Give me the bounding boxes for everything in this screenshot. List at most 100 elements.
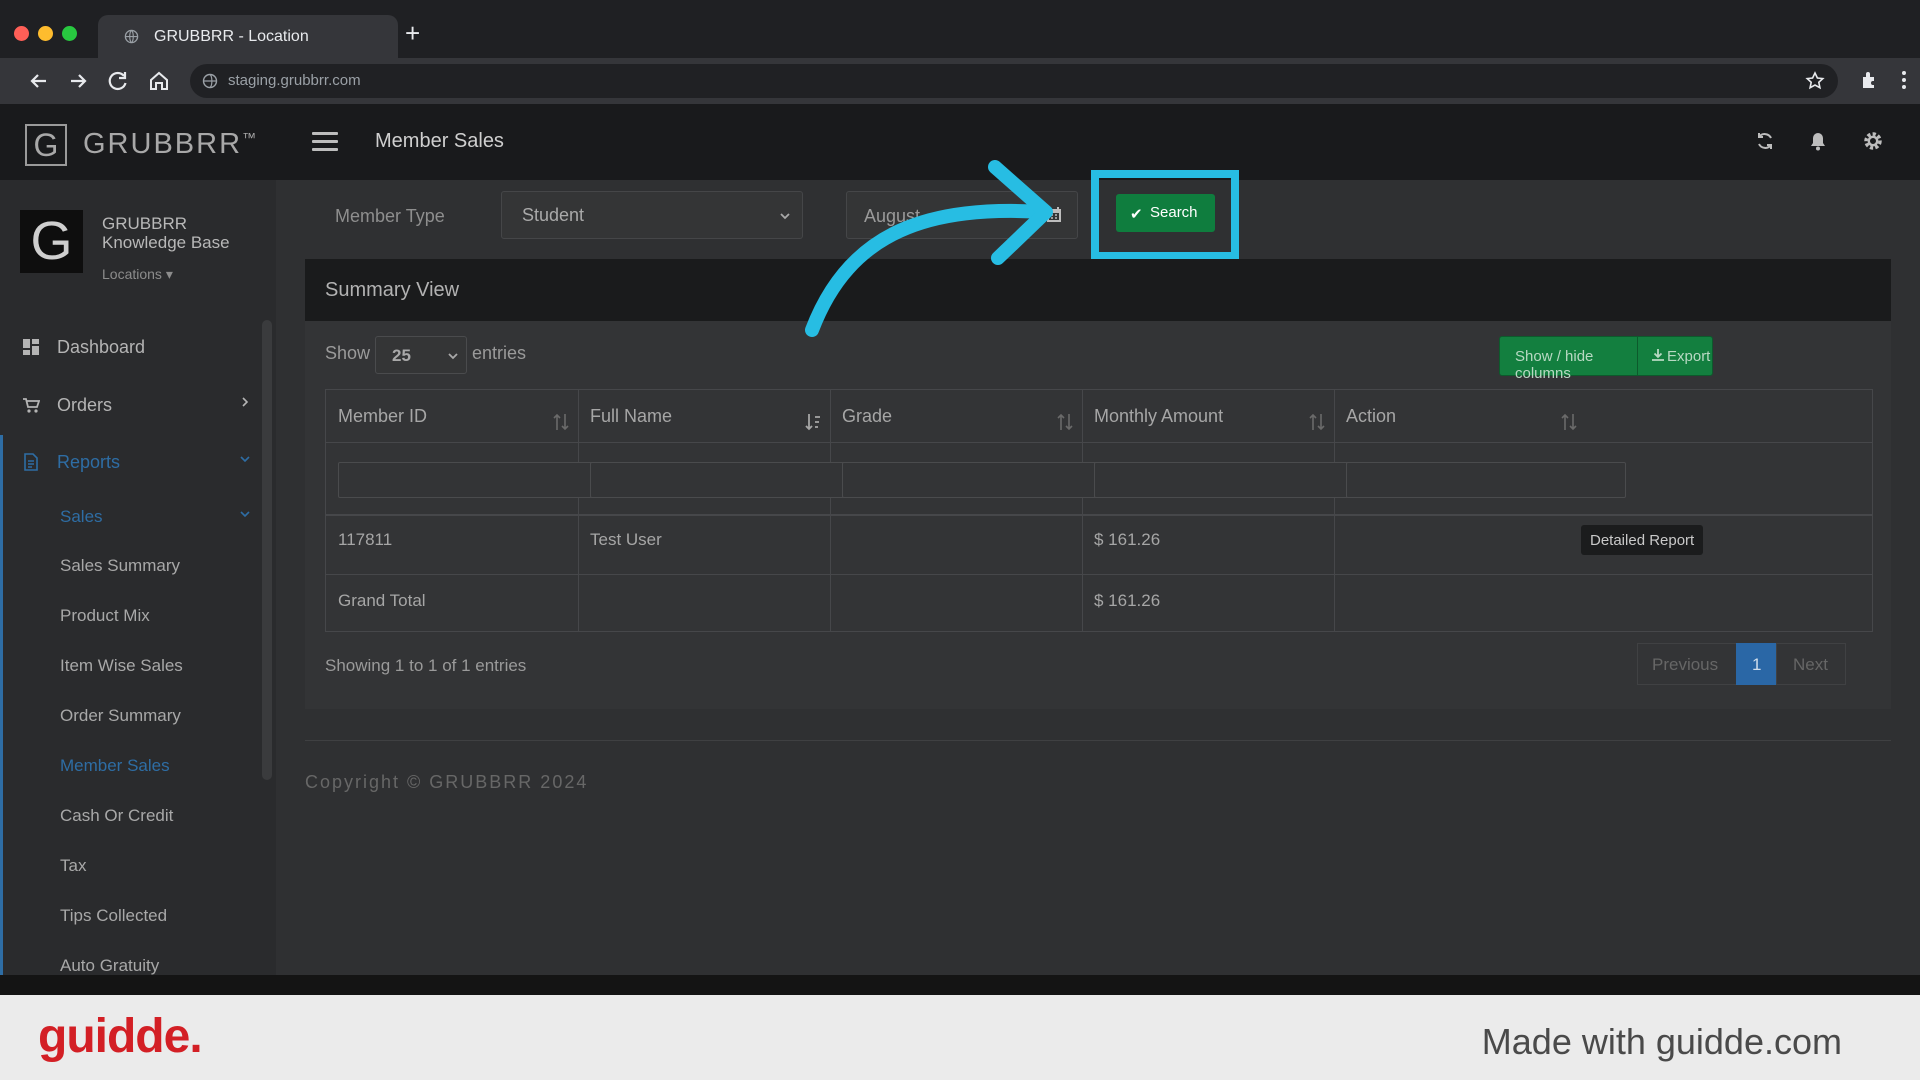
report-icon bbox=[24, 453, 38, 471]
sidebar-item-sales[interactable]: Sales bbox=[0, 495, 262, 539]
page-title: Member Sales bbox=[375, 130, 504, 152]
sidebar-subitem-order-summary[interactable]: Order Summary bbox=[60, 706, 181, 726]
show-label: Show bbox=[325, 343, 371, 363]
cart-icon bbox=[23, 398, 40, 413]
download-icon bbox=[1652, 349, 1664, 361]
sidebar-item-orders[interactable]: Orders bbox=[0, 383, 262, 427]
member-type-label: Member Type bbox=[335, 206, 445, 226]
avatar-letter: G bbox=[30, 211, 73, 271]
sidebar-subitem-auto-gratuity[interactable]: Auto Gratuity bbox=[60, 956, 159, 975]
browser-tab[interactable]: GRUBBRR - Location bbox=[98, 15, 398, 58]
forward-icon[interactable] bbox=[63, 66, 93, 96]
detailed-report-label: Detailed Report bbox=[1590, 532, 1695, 549]
sidebar-subitem-product-mix[interactable]: Product Mix bbox=[60, 606, 150, 626]
header-member-id[interactable]: Member ID bbox=[338, 406, 427, 427]
action-filter-input[interactable] bbox=[1346, 462, 1626, 498]
monthly-amount-filter-input[interactable] bbox=[1094, 462, 1374, 498]
profile-name-line2: Knowledge Base bbox=[102, 233, 230, 252]
extensions-icon[interactable] bbox=[1858, 68, 1882, 92]
refresh-icon[interactable] bbox=[1754, 130, 1776, 152]
search-button[interactable]: ✔ Search bbox=[1116, 194, 1215, 232]
site-info-icon[interactable] bbox=[202, 73, 218, 89]
footer-divider bbox=[305, 740, 1891, 741]
search-button-label: Search bbox=[1150, 204, 1198, 221]
cell-full-name: Test User bbox=[590, 530, 662, 549]
full-name-filter-input[interactable] bbox=[590, 462, 870, 498]
brand-logo-text: GRUBBRR™ bbox=[83, 128, 256, 161]
member-type-select[interactable]: Student bbox=[501, 191, 803, 239]
tutorial-arrow-icon bbox=[805, 160, 1053, 337]
address-bar[interactable]: staging.grubbrr.com bbox=[190, 64, 1838, 98]
grand-total-label: Grand Total bbox=[338, 591, 426, 610]
locations-dropdown[interactable]: Locations ▾ bbox=[102, 266, 173, 283]
cell-monthly-amount: $ 161.26 bbox=[1094, 530, 1161, 549]
reload-icon[interactable] bbox=[103, 66, 133, 96]
bell-icon[interactable] bbox=[1807, 130, 1829, 152]
grade-filter-input[interactable] bbox=[842, 462, 1122, 498]
export-label: Export bbox=[1667, 348, 1711, 365]
export-button[interactable]: Export bbox=[1637, 336, 1713, 376]
row-divider bbox=[326, 442, 1872, 443]
sort-icon[interactable] bbox=[1308, 412, 1326, 432]
column-divider bbox=[1082, 390, 1083, 631]
brand-logo-mark: G bbox=[25, 124, 67, 166]
sidebar-item-dashboard[interactable]: Dashboard bbox=[0, 325, 262, 369]
summary-panel: Summary View Show 25 entries Show / hide… bbox=[305, 259, 1891, 709]
member-type-value: Student bbox=[522, 205, 585, 225]
profile-name-line1: GRUBBRR bbox=[102, 214, 188, 233]
maximize-window-button[interactable] bbox=[62, 26, 77, 41]
globe-icon bbox=[124, 29, 139, 44]
header-monthly-amount[interactable]: Monthly Amount bbox=[1094, 406, 1223, 427]
header-grade[interactable]: Grade bbox=[842, 406, 892, 427]
next-page-button[interactable]: Next bbox=[1776, 643, 1846, 685]
header-action[interactable]: Action bbox=[1346, 406, 1396, 427]
minimize-window-button[interactable] bbox=[38, 26, 53, 41]
page-size-select[interactable]: 25 bbox=[375, 336, 467, 374]
close-window-button[interactable] bbox=[14, 26, 29, 41]
column-divider bbox=[1334, 390, 1335, 631]
show-hide-columns-button[interactable]: Show / hide columns bbox=[1499, 336, 1638, 382]
main-content: Member Type Student August ✔ Search Summ… bbox=[276, 170, 1920, 975]
url-text: staging.grubbrr.com bbox=[228, 72, 361, 89]
sort-icon[interactable] bbox=[552, 412, 570, 432]
show-hide-label: Show / hide columns bbox=[1515, 348, 1594, 382]
sort-descending-icon[interactable] bbox=[804, 412, 822, 432]
sidebar-scrollbar[interactable] bbox=[262, 320, 272, 780]
header-full-name[interactable]: Full Name bbox=[590, 406, 672, 427]
logo-letter: G bbox=[33, 127, 59, 163]
browser-menu-icon[interactable] bbox=[1892, 68, 1916, 92]
cell-member-id: 117811 bbox=[338, 530, 393, 549]
sidebar-subitem-cash-or-credit[interactable]: Cash Or Credit bbox=[60, 806, 173, 826]
dashboard-icon bbox=[23, 339, 39, 355]
bottom-strip bbox=[0, 975, 1920, 995]
sidebar-item-reports[interactable]: Reports bbox=[0, 440, 262, 484]
trademark: ™ bbox=[242, 129, 257, 146]
bookmark-star-icon[interactable] bbox=[1804, 70, 1826, 92]
grand-total-amount: $ 161.26 bbox=[1094, 591, 1161, 610]
chevron-right-icon bbox=[242, 397, 249, 407]
previous-page-button[interactable]: Previous bbox=[1637, 643, 1737, 685]
new-tab-button[interactable]: + bbox=[405, 20, 420, 46]
sidebar-subitem-sales-summary[interactable]: Sales Summary bbox=[60, 556, 180, 576]
gear-icon[interactable] bbox=[1862, 130, 1884, 152]
sidebar-subitem-tips-collected[interactable]: Tips Collected bbox=[60, 906, 167, 926]
check-icon: ✔ bbox=[1130, 206, 1143, 223]
member-sales-table: Member ID Full Name Grade Monthly Amount… bbox=[325, 389, 1873, 632]
page-1-button[interactable]: 1 bbox=[1736, 643, 1777, 685]
member-id-filter-input[interactable] bbox=[338, 462, 618, 498]
profile-name: GRUBBRR Knowledge Base bbox=[102, 214, 262, 252]
sort-icon[interactable] bbox=[1560, 412, 1578, 432]
column-divider bbox=[830, 390, 831, 631]
home-icon[interactable] bbox=[144, 66, 174, 96]
guidde-logo: guidde. bbox=[38, 1010, 203, 1063]
sort-icon[interactable] bbox=[1056, 412, 1074, 432]
copyright-text: Copyright © GRUBBRR 2024 bbox=[305, 772, 589, 792]
sidebar-subitem-item-wise-sales[interactable]: Item Wise Sales bbox=[60, 656, 183, 676]
menu-toggle-icon[interactable] bbox=[312, 132, 338, 152]
tab-title: GRUBBRR - Location bbox=[154, 28, 309, 45]
detailed-report-button[interactable]: Detailed Report bbox=[1581, 525, 1703, 555]
back-icon[interactable] bbox=[24, 66, 54, 96]
sidebar-subitem-tax[interactable]: Tax bbox=[60, 856, 86, 876]
sidebar-subitem-member-sales[interactable]: Member Sales bbox=[60, 756, 170, 776]
next-label: Next bbox=[1793, 655, 1828, 674]
